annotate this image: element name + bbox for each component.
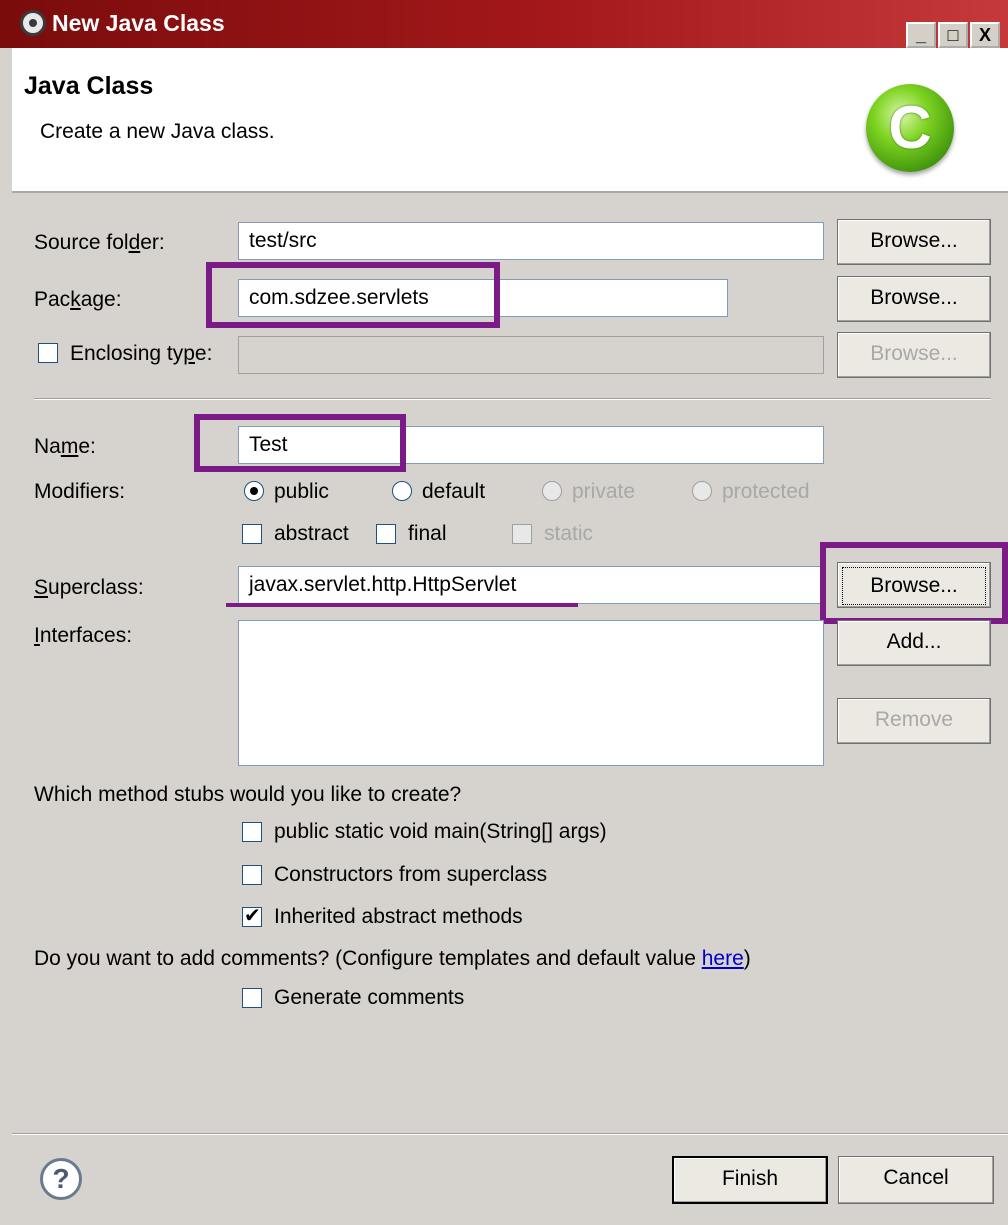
static-label: static	[544, 522, 594, 545]
window-title: New Java Class	[52, 10, 225, 36]
enclosing-type-input	[238, 336, 824, 374]
package-label: Package:	[34, 288, 122, 311]
protected-radio	[692, 481, 712, 501]
interfaces-label: Interfaces:	[34, 624, 133, 647]
cancel-button[interactable]: Cancel	[838, 1156, 994, 1204]
enclosing-type-checkbox[interactable]	[38, 343, 58, 363]
final-label: final	[408, 522, 447, 545]
public-radio[interactable]	[244, 481, 264, 501]
static-checkbox	[512, 524, 532, 544]
close-button[interactable]: X	[970, 22, 1000, 48]
browse-highlight-box	[820, 542, 1008, 624]
constructors-checkbox[interactable]	[242, 865, 262, 885]
finish-button[interactable]: Finish	[672, 1156, 828, 1204]
package-browse-button[interactable]: Browse...	[837, 276, 991, 322]
eclipse-icon	[20, 10, 46, 36]
enclosing-type-label: Enclosing type:	[70, 342, 213, 365]
source-folder-browse-button[interactable]: Browse...	[837, 219, 991, 265]
abstract-checkbox[interactable]	[242, 524, 262, 544]
separator	[34, 398, 991, 400]
help-icon[interactable]: ?	[40, 1158, 82, 1200]
maximize-button[interactable]: □	[938, 22, 968, 48]
public-label: public	[274, 480, 329, 503]
generate-comments-label: Generate comments	[274, 986, 465, 1009]
private-radio	[542, 481, 562, 501]
method-stubs-question: Which method stubs would you like to cre…	[34, 783, 462, 806]
superclass-underline	[226, 603, 578, 607]
protected-label: protected	[722, 480, 810, 503]
remove-interface-button: Remove	[837, 698, 991, 744]
source-folder-label: Source folder:	[34, 231, 165, 254]
modifiers-label: Modifiers:	[34, 480, 126, 503]
page-title: Java Class	[24, 72, 154, 100]
main-method-checkbox[interactable]	[242, 822, 262, 842]
comments-question: Do you want to add comments? (Configure …	[34, 947, 751, 970]
name-label: Name:	[34, 435, 96, 458]
package-highlight-box	[206, 262, 500, 328]
page-description: Create a new Java class.	[40, 120, 275, 143]
superclass-label: Superclass:	[34, 576, 144, 599]
final-checkbox[interactable]	[376, 524, 396, 544]
main-method-label: public static void main(String[] args)	[274, 820, 607, 843]
constructors-label: Constructors from superclass	[274, 863, 548, 886]
name-highlight-box	[194, 414, 406, 472]
superclass-input[interactable]: javax.servlet.http.HttpServlet	[238, 566, 824, 604]
inherited-methods-label: Inherited abstract methods	[274, 905, 523, 928]
left-border	[0, 48, 12, 1225]
footer-separator	[12, 1133, 1008, 1135]
generate-comments-checkbox[interactable]	[242, 988, 262, 1008]
default-label: default	[422, 480, 486, 503]
java-class-icon-letter: C	[888, 94, 932, 161]
interfaces-list[interactable]	[238, 620, 824, 766]
inherited-methods-checkbox[interactable]	[242, 903, 262, 928]
configure-templates-link[interactable]: here	[702, 947, 744, 970]
abstract-label: abstract	[274, 522, 349, 545]
source-folder-input[interactable]: test/src	[238, 222, 824, 260]
enclosing-type-browse-button: Browse...	[837, 332, 991, 378]
add-interface-button[interactable]: Add...	[837, 620, 991, 666]
default-radio[interactable]	[392, 481, 412, 501]
private-label: private	[572, 480, 636, 503]
minimize-button[interactable]: _	[906, 22, 936, 48]
